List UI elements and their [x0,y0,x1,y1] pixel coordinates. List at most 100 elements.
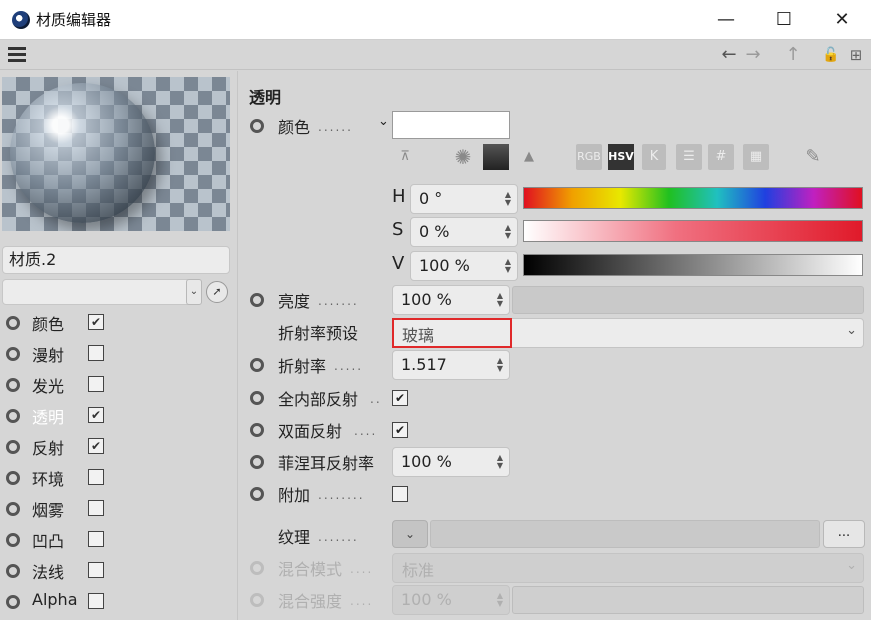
total-internal-checkbox[interactable]: ✔ [392,390,408,406]
channel-item[interactable]: 漫射 [0,339,238,369]
channel-checkbox[interactable]: ✔ [88,407,104,423]
saturation-value: 0 % [419,222,450,241]
brightness-slider[interactable] [512,286,864,314]
forward-arrow-icon[interactable]: → [742,44,764,66]
channel-animate-radio[interactable] [6,378,20,392]
ior-preset-value: 玻璃 [402,326,435,345]
double-sided-checkbox[interactable]: ✔ [392,422,408,438]
channel-animate-radio[interactable] [6,564,20,578]
texture-dropdown-button[interactable]: ⌄ [392,520,428,548]
material-preview[interactable] [2,77,230,231]
hue-field[interactable]: 0 ° ▲ ▼ [410,184,518,214]
channel-item[interactable]: 环境 [0,463,238,493]
total-internal-animate-radio[interactable] [250,391,264,405]
channel-animate-radio[interactable] [6,502,20,516]
channel-item[interactable]: Alpha [0,587,238,617]
channel-item[interactable]: 颜色 ✔ [0,308,238,338]
brightness-dots: ....... [318,294,359,308]
sliders-icon[interactable]: ☰ [676,144,702,170]
eyedropper-icon[interactable]: ✎ [800,144,826,170]
channel-checkbox[interactable] [88,531,104,547]
additive-animate-radio[interactable] [250,487,264,501]
material-type-dropdown[interactable] [2,279,202,305]
blend-strength-animate-radio [250,593,264,607]
close-button[interactable]: ✕ [813,0,871,40]
back-arrow-icon[interactable]: ← [718,44,740,66]
hsv-mode-button[interactable]: HSV [608,144,634,170]
texture-label: 纹理 [278,528,311,547]
channel-checkbox[interactable]: ✔ [88,438,104,454]
value-slider[interactable] [523,254,863,276]
lock-icon[interactable]: 🔓 [820,44,842,66]
channel-item[interactable]: 法线 [0,556,238,586]
channel-item[interactable]: 透明 ✔ [0,401,238,431]
fresnel-animate-radio[interactable] [250,455,264,469]
channel-checkbox[interactable] [88,376,104,392]
brightness-stepper[interactable]: ▲ ▼ [495,292,505,308]
image-icon[interactable]: ▲ [516,144,542,170]
channel-checkbox[interactable] [88,345,104,361]
brightness-animate-radio[interactable] [250,293,264,307]
texture-slot[interactable] [430,520,820,548]
hex-mode-button[interactable]: # [708,144,734,170]
ior-field[interactable]: 1.517 ▲ ▼ [392,350,510,380]
fresnel-field[interactable]: 100 % ▲ ▼ [392,447,510,477]
blend-mode-animate-radio [250,561,264,575]
texture-more-button[interactable]: ... [823,520,865,548]
channel-item[interactable]: 反射 ✔ [0,432,238,462]
color-wheel-icon[interactable]: ✺ [450,144,476,170]
value-field[interactable]: 100 % ▲ ▼ [410,251,518,281]
channel-item[interactable]: 烟雾 [0,494,238,524]
channel-animate-radio[interactable] [6,440,20,454]
channel-checkbox[interactable]: ✔ [88,314,104,330]
channel-checkbox[interactable] [88,469,104,485]
color-expand-icon[interactable]: ⌄ [378,114,389,129]
blend-mode-dropdown: 标准 ⌄ [392,553,864,583]
channel-item[interactable]: 凹凸 [0,525,238,555]
maximize-button[interactable]: ☐ [755,0,813,40]
channel-animate-radio[interactable] [6,316,20,330]
channel-animate-radio[interactable] [6,533,20,547]
value-stepper[interactable]: ▲ ▼ [503,258,513,274]
gradient-icon[interactable] [483,144,509,170]
channel-checkbox[interactable] [88,562,104,578]
minimize-button[interactable]: — [697,0,755,40]
rgb-mode-button[interactable]: RGB [576,144,602,170]
channel-checkbox[interactable] [88,500,104,516]
additive-checkbox[interactable] [392,486,408,502]
new-window-icon[interactable]: ⊞ [845,44,867,66]
channel-label: 法线 [32,563,65,582]
ior-stepper[interactable]: ▲ ▼ [495,357,505,373]
hue-label: H [392,186,406,207]
pick-cursor-icon[interactable]: ➚ [206,281,228,303]
hue-slider[interactable] [523,187,863,209]
channel-checkbox[interactable] [88,593,104,609]
saturation-field[interactable]: 0 % ▲ ▼ [410,217,518,247]
ior-preset-dropdown[interactable]: 玻璃 ⌄ [392,318,864,348]
brightness-field[interactable]: 100 % ▲ ▼ [392,285,510,315]
ior-animate-radio[interactable] [250,358,264,372]
saturation-slider[interactable] [523,220,863,242]
swatch-grid-icon[interactable]: ▦ [743,144,769,170]
saturation-stepper[interactable]: ▲ ▼ [503,224,513,240]
hue-stepper[interactable]: ▲ ▼ [503,191,513,207]
double-sided-animate-radio[interactable] [250,423,264,437]
fresnel-stepper[interactable]: ▲ ▼ [495,454,505,470]
channel-animate-radio[interactable] [6,595,20,609]
texture-dots: ....... [318,530,359,544]
spectrum-icon[interactable]: ⊼ [392,144,418,170]
brightness-label: 亮度 [278,292,311,311]
color-animate-radio[interactable] [250,119,264,133]
channel-animate-radio[interactable] [6,471,20,485]
channel-animate-radio[interactable] [6,409,20,423]
channel-animate-radio[interactable] [6,347,20,361]
channel-item[interactable]: 发光 [0,370,238,400]
color-label: 颜色 [278,118,311,137]
color-swatch[interactable] [392,111,510,139]
menu-bar: ← → ↑ 🔓 ⊞ [0,40,871,70]
up-arrow-icon[interactable]: ↑ [782,44,804,66]
material-name-field[interactable]: 材质.2 [2,246,230,274]
kelvin-mode-button[interactable]: K [642,144,666,170]
menu-icon[interactable] [8,47,26,62]
chevron-down-icon[interactable]: ⌄ [186,279,202,305]
